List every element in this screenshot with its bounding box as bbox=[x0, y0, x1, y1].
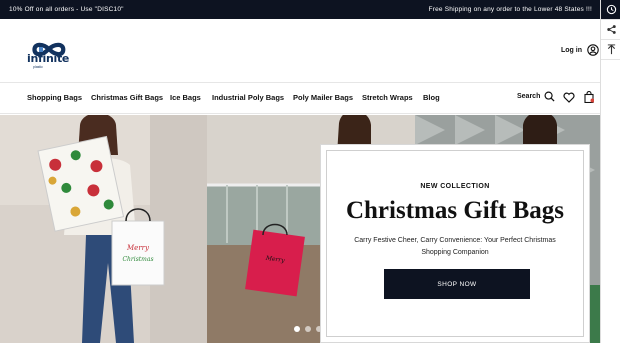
logo-wordmark: infinite bbox=[27, 52, 70, 65]
search-button[interactable]: Search bbox=[517, 91, 555, 102]
hero-subtitle: Carry Festive Cheer, Carry Convenience: … bbox=[354, 237, 556, 256]
side-rail bbox=[600, 0, 620, 343]
nav-item-ice-bags[interactable]: Ice Bags bbox=[170, 93, 201, 102]
history-button[interactable] bbox=[601, 0, 620, 20]
announcement-bar: 10% Off on all orders - Use "DISC10" Fre… bbox=[0, 0, 600, 19]
heart-icon[interactable] bbox=[563, 92, 575, 103]
nav-item-blog[interactable]: Blog bbox=[423, 93, 440, 102]
svg-text:Christmas: Christmas bbox=[122, 256, 153, 263]
arrow-up-icon bbox=[607, 44, 615, 55]
nav-item-stretch-wraps[interactable]: Stretch Wraps bbox=[362, 93, 413, 102]
collection-tag: NEW COLLECTION bbox=[420, 183, 490, 190]
history-icon bbox=[606, 4, 616, 15]
search-label: Search bbox=[517, 93, 541, 100]
search-icon bbox=[544, 91, 555, 102]
hero-photo-left: Merry Christmas bbox=[0, 115, 207, 343]
main-nav: Shopping Bags Christmas Gift Bags Ice Ba… bbox=[0, 83, 600, 114]
login-label: Log in bbox=[561, 46, 582, 54]
hero-title: Christmas Gift Bags bbox=[345, 197, 565, 224]
carousel-dots bbox=[294, 326, 322, 332]
login-link[interactable]: Log in bbox=[561, 44, 599, 56]
share-button[interactable] bbox=[601, 20, 620, 40]
card-inner-border: NEW COLLECTION Christmas Gift Bags Carry… bbox=[326, 150, 584, 337]
carousel-dot[interactable] bbox=[294, 326, 300, 332]
carousel-dot[interactable] bbox=[305, 326, 311, 332]
page: 10% Off on all orders - Use "DISC10" Fre… bbox=[0, 0, 620, 343]
share-icon bbox=[606, 25, 616, 34]
nav-item-industrial-poly-bags[interactable]: Industrial Poly Bags bbox=[212, 93, 284, 102]
promo-text: 10% Off on all orders - Use "DISC10" bbox=[9, 6, 124, 13]
shop-now-button[interactable]: SHOP NOW bbox=[384, 269, 530, 299]
bag-icon[interactable] bbox=[584, 91, 594, 103]
hero-promo-card: NEW COLLECTION Christmas Gift Bags Carry… bbox=[320, 144, 590, 343]
nav-item-poly-mailer-bags[interactable]: Poly Mailer Bags bbox=[293, 93, 353, 102]
svg-text:Merry: Merry bbox=[126, 244, 150, 252]
shipping-text: Free Shipping on any order to the Lower … bbox=[428, 6, 592, 13]
site-header: infinite plastic Log in bbox=[0, 19, 600, 83]
logo-subtext: plastic bbox=[33, 65, 43, 69]
nav-item-christmas-gift-bags[interactable]: Christmas Gift Bags bbox=[91, 93, 163, 102]
user-icon bbox=[587, 44, 599, 56]
scroll-top-button[interactable] bbox=[601, 40, 620, 60]
nav-item-shopping-bags[interactable]: Shopping Bags bbox=[27, 93, 82, 102]
